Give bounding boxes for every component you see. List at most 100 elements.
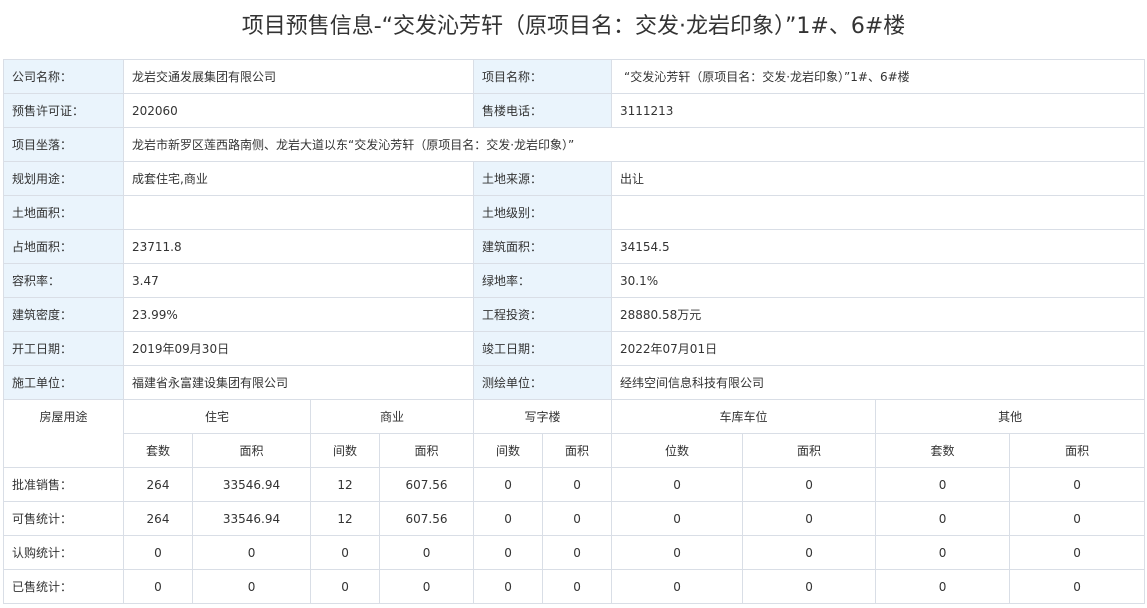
stats-row-subscribed: 认购统计： 0 0 0 0 0 0 0 0 0 0 [3,535,1146,570]
stat-cell: 607.56 [379,467,475,502]
subheader-cell: 面积 [542,433,613,468]
page-title: 项目预售信息-“交发沁芳轩（原项目名：交发·龙岩印象）”1#、6#楼 [241,14,906,39]
project-info-table: 公司名称： 龙岩交通发展集团有限公司 项目名称： “交发沁芳轩（原项目名：交发·… [3,59,1145,400]
stat-cell: 0 [1009,535,1146,570]
info-row: 开工日期： 2019年09月30日 竣工日期： 2022年07月01日 [3,331,1145,366]
info-row: 规划用途： 成套住宅,商业 土地来源： 出让 [3,161,1145,196]
surveyor-value: 经纬空间信息科技有限公司 [611,365,1145,400]
floor-area-label: 建筑面积： [473,229,612,264]
row-label: 可售统计： [3,501,124,536]
land-area-label: 土地面积： [3,195,124,230]
stat-cell: 0 [473,569,544,604]
stat-cell: 0 [611,501,744,536]
subheader-cell: 位数 [611,433,744,468]
stat-cell: 0 [742,467,877,502]
start-date-value: 2019年09月30日 [123,331,474,366]
company-value: 龙岩交通发展集团有限公司 [123,59,474,94]
group-header-office: 写字楼 [473,399,613,434]
density-value: 23.99% [123,297,474,332]
stat-cell: 0 [742,535,877,570]
usage-header: 房屋用途 [3,399,124,468]
group-header-commercial: 商业 [310,399,475,434]
group-header-other: 其他 [875,399,1146,434]
stat-cell: 33546.94 [191,467,312,502]
stats-group-header-row: 房屋用途 住宅 商业 写字楼 车库车位 其他 [3,399,1146,468]
info-row: 预售许可证： 202060 售楼电话： 3111213 [3,93,1145,128]
location-label: 项目坐落： [3,127,124,162]
company-label: 公司名称： [3,59,124,94]
sales-stats-table: 房屋用途 住宅 商业 写字楼 车库车位 其他 套数 面积 间数 面积 间数 面积… [3,399,1146,604]
stat-cell: 0 [191,569,312,604]
row-label: 已售统计： [3,569,124,604]
stat-cell: 0 [742,569,877,604]
stats-row-sold: 已售统计： 0 0 0 0 0 0 0 0 0 0 [3,569,1146,604]
plot-ratio-label: 容积率： [3,263,124,298]
info-row: 占地面积： 23711.8 建筑面积： 34154.5 [3,229,1145,264]
stat-cell: 264 [123,501,193,536]
stat-cell: 0 [611,569,744,604]
stat-cell: 0 [123,569,193,604]
subheader-cell: 面积 [1009,433,1146,468]
usage-value: 成套住宅,商业 [123,161,474,196]
stat-cell: 0 [542,467,613,502]
stat-cell: 0 [542,535,613,570]
project-name-label: 项目名称： [473,59,612,94]
permit-value: 202060 [123,93,474,128]
end-date-value: 2022年07月01日 [611,331,1145,366]
stat-cell: 0 [379,569,475,604]
stat-cell: 0 [1009,569,1146,604]
end-date-label: 竣工日期： [473,331,612,366]
stat-cell: 0 [611,467,744,502]
stat-cell: 0 [473,535,544,570]
info-row: 项目坐落： 龙岩市新罗区莲西路南侧、龙岩大道以东“交发沁芳轩（原项目名：交发·龙… [3,127,1145,162]
builder-label: 施工单位： [3,365,124,400]
density-label: 建筑密度： [3,297,124,332]
info-row: 容积率： 3.47 绿地率： 30.1% [3,263,1145,298]
info-row: 土地面积： 土地级别： [3,195,1145,230]
row-label: 批准销售： [3,467,124,502]
stat-cell: 12 [310,501,381,536]
stat-cell: 12 [310,467,381,502]
investment-value: 28880.58万元 [611,297,1145,332]
land-area-value [123,195,474,230]
stat-cell: 0 [542,501,613,536]
stat-cell: 0 [310,569,381,604]
land-source-value: 出让 [611,161,1145,196]
project-name-value: “交发沁芳轩（原项目名：交发·龙岩印象）”1#、6#楼 [611,59,1145,94]
stat-cell: 0 [742,501,877,536]
stat-cell: 0 [1009,467,1146,502]
stat-cell: 0 [123,535,193,570]
stat-cell: 0 [310,535,381,570]
stat-cell: 0 [611,535,744,570]
site-area-label: 占地面积： [3,229,124,264]
info-row: 公司名称： 龙岩交通发展集团有限公司 项目名称： “交发沁芳轩（原项目名：交发·… [3,59,1145,94]
subheader-cell: 间数 [310,433,381,468]
row-label: 认购统计： [3,535,124,570]
stats-subheader-row: 套数 面积 间数 面积 间数 面积 位数 面积 套数 面积 [4,433,1146,468]
stats-row-available: 可售统计： 264 33546.94 12 607.56 0 0 0 0 0 0 [3,501,1146,536]
site-area-value: 23711.8 [123,229,474,264]
stat-cell: 607.56 [379,501,475,536]
stat-cell: 33546.94 [191,501,312,536]
subheader-cell: 面积 [742,433,877,468]
phone-value: 3111213 [611,93,1145,128]
surveyor-label: 测绘单位： [473,365,612,400]
stat-cell: 0 [473,501,544,536]
stat-cell: 0 [875,569,1011,604]
floor-area-value: 34154.5 [611,229,1145,264]
start-date-label: 开工日期： [3,331,124,366]
subheader-cell: 套数 [875,433,1011,468]
presale-info-page: 项目预售信息-“交发沁芳轩（原项目名：交发·龙岩印象）”1#、6#楼 公司名称：… [0,0,1147,608]
builder-value: 福建省永富建设集团有限公司 [123,365,474,400]
stat-cell: 0 [875,501,1011,536]
group-header-parking: 车库车位 [611,399,877,434]
stats-row-approved: 批准销售： 264 33546.94 12 607.56 0 0 0 0 0 0 [3,467,1146,502]
stat-cell: 0 [473,467,544,502]
stat-cell: 0 [875,535,1011,570]
stat-cell: 0 [191,535,312,570]
stat-cell: 264 [123,467,193,502]
land-grade-value [611,195,1145,230]
land-grade-label: 土地级别： [473,195,612,230]
stat-cell: 0 [1009,501,1146,536]
green-ratio-label: 绿地率： [473,263,612,298]
